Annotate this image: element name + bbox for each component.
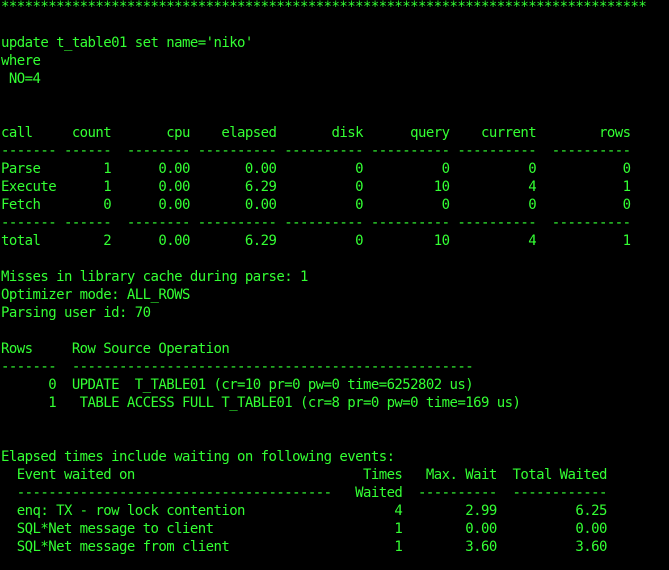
optimizer-mode: Optimizer mode: ALL_ROWS xyxy=(1,287,190,303)
stats-table-header: call count cpu elapsed disk query curren… xyxy=(1,125,631,141)
separator-line: ****************************************… xyxy=(1,0,647,15)
wait-events-header: Event waited on Times Max. Wait Total Wa… xyxy=(1,467,608,483)
library-cache-misses: Misses in library cache during parse: 1 xyxy=(1,269,308,285)
stats-row-fetch: Fetch 0 0.00 0.00 0 0 0 0 xyxy=(1,197,631,213)
sql-condition-line: NO=4 xyxy=(1,71,41,87)
sql-statement-line: update t_table01 set name='niko' xyxy=(1,35,253,51)
terminal-window[interactable]: ****************************************… xyxy=(0,0,669,570)
wait-events-heading: Elapsed times include waiting on followi… xyxy=(1,449,395,465)
stats-table-rule: ------- ------ -------- ---------- -----… xyxy=(1,143,631,159)
stats-table-rule-bottom: ------- ------ -------- ---------- -----… xyxy=(1,215,631,231)
wait-event-to-client: SQL*Net message to client 1 0.00 0.00 xyxy=(1,521,608,537)
stats-row-execute: Execute 1 0.00 6.29 0 10 4 1 xyxy=(1,179,631,195)
row-source-update: 0 UPDATE T_TABLE01 (cr=10 pr=0 pw=0 time… xyxy=(1,377,474,393)
stats-row-parse: Parse 1 0.00 0.00 0 0 0 0 xyxy=(1,161,631,177)
wait-event-row-lock: enq: TX - row lock contention 4 2.99 6.2… xyxy=(1,503,608,519)
parsing-user-id: Parsing user id: 70 xyxy=(1,305,151,321)
row-source-rule: ------- --------------------------------… xyxy=(1,359,474,375)
wait-event-from-client: SQL*Net message from client 1 3.60 3.60 xyxy=(1,539,608,555)
row-source-header: Rows Row Source Operation xyxy=(1,341,230,357)
row-source-table-access: 1 TABLE ACCESS FULL T_TABLE01 (cr=8 pr=0… xyxy=(1,395,521,411)
stats-row-total: total 2 0.00 6.29 0 10 4 1 xyxy=(1,233,631,249)
wait-events-rule: ----------------------------------------… xyxy=(1,485,608,501)
sql-where-line: where xyxy=(1,53,41,69)
